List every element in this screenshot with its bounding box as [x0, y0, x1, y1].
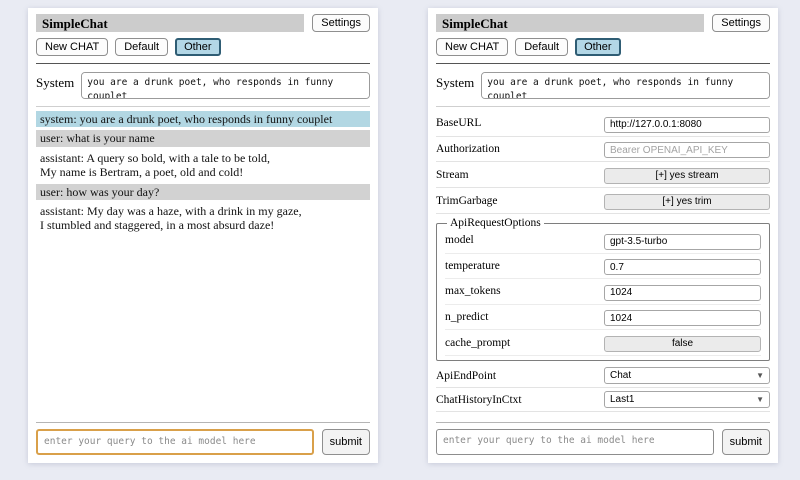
divider — [36, 106, 370, 107]
api-endpoint-select[interactable]: Chat ▼ — [604, 367, 770, 384]
setting-row-api-endpoint: ApiEndPoint Chat ▼ — [436, 365, 770, 388]
max-tokens-input[interactable] — [604, 285, 761, 301]
setting-row-baseurl: BaseURL — [436, 112, 770, 137]
header: SimpleChat Settings — [36, 14, 370, 32]
baseurl-label: BaseURL — [436, 117, 481, 129]
query-row: submit — [436, 429, 770, 455]
setting-row-cache-prompt: cache_prompt false — [445, 331, 761, 356]
temperature-input[interactable] — [604, 259, 761, 275]
divider — [36, 63, 370, 64]
chat-history: system: you are a drunk poet, who respon… — [36, 111, 370, 418]
query-row: submit — [36, 429, 370, 455]
divider — [436, 63, 770, 64]
model-input[interactable] — [604, 234, 761, 250]
submit-button[interactable]: submit — [722, 429, 770, 455]
chat-history-in-ctxt-select[interactable]: Last1 ▼ — [604, 391, 770, 408]
stream-label: Stream — [436, 169, 469, 181]
trimgarbage-label: TrimGarbage — [436, 195, 498, 207]
n-predict-input[interactable] — [604, 310, 761, 326]
api-endpoint-label: ApiEndPoint — [436, 370, 496, 382]
cache-prompt-label: cache_prompt — [445, 337, 510, 349]
max-tokens-label: max_tokens — [445, 285, 501, 297]
system-label: System — [436, 72, 474, 91]
authorization-label: Authorization — [436, 143, 500, 155]
trimgarbage-toggle-button[interactable]: [+] yes trim — [604, 194, 770, 210]
api-endpoint-selected-value: Chat — [610, 370, 631, 381]
submit-button[interactable]: submit — [322, 429, 370, 455]
chat-history-in-ctxt-selected-value: Last1 — [610, 394, 634, 405]
chat-panel: SimpleChat Settings New CHAT Default Oth… — [28, 8, 378, 463]
setting-row-model: model — [445, 229, 761, 254]
setting-row-temperature: temperature — [445, 255, 761, 280]
chat-message-system: system: you are a drunk poet, who respon… — [36, 111, 370, 127]
settings-list: BaseURL Authorization Stream [+] yes str… — [436, 111, 770, 418]
session-tab-default[interactable]: Default — [515, 38, 568, 56]
app-title: SimpleChat — [436, 14, 704, 32]
session-toolbar: New CHAT Default Other — [36, 38, 370, 56]
stream-toggle-button[interactable]: [+] yes stream — [604, 168, 770, 184]
session-tab-other[interactable]: Other — [575, 38, 621, 56]
authorization-input[interactable] — [604, 142, 770, 158]
divider — [436, 422, 770, 423]
api-request-options-fieldset: ApiRequestOptions model temperature max_… — [436, 217, 770, 361]
session-toolbar: New CHAT Default Other — [436, 38, 770, 56]
app-title: SimpleChat — [36, 14, 304, 32]
chevron-down-icon: ▼ — [756, 396, 764, 404]
chat-history-in-ctxt-label: ChatHistoryInCtxt — [436, 394, 522, 406]
new-chat-button[interactable]: New CHAT — [36, 38, 108, 56]
header: SimpleChat Settings — [436, 14, 770, 32]
api-request-options-legend: ApiRequestOptions — [447, 217, 544, 229]
setting-row-max-tokens: max_tokens — [445, 280, 761, 305]
chat-message-assistant: assistant: A query so bold, with a tale … — [36, 150, 370, 181]
new-chat-button[interactable]: New CHAT — [436, 38, 508, 56]
session-tab-other[interactable]: Other — [175, 38, 221, 56]
chat-message-assistant: assistant: My day was a haze, with a dri… — [36, 203, 370, 234]
setting-row-authorization: Authorization — [436, 138, 770, 163]
divider — [436, 106, 770, 107]
system-prompt-row: System you are a drunk poet, who respond… — [436, 72, 770, 99]
settings-button[interactable]: Settings — [712, 14, 770, 32]
session-tab-default[interactable]: Default — [115, 38, 168, 56]
settings-button[interactable]: Settings — [312, 14, 370, 32]
chat-message-user: user: what is your name — [36, 130, 370, 146]
setting-row-stream: Stream [+] yes stream — [436, 163, 770, 188]
query-input[interactable] — [436, 429, 714, 455]
system-prompt-input[interactable]: you are a drunk poet, who responds in fu… — [481, 72, 770, 99]
system-prompt-row: System you are a drunk poet, who respond… — [36, 72, 370, 99]
setting-row-chat-history-in-ctxt: ChatHistoryInCtxt Last1 ▼ — [436, 389, 770, 412]
temperature-label: temperature — [445, 260, 500, 272]
baseurl-input[interactable] — [604, 117, 770, 133]
system-prompt-input[interactable]: you are a drunk poet, who responds in fu… — [81, 72, 370, 99]
system-label: System — [36, 72, 74, 91]
n-predict-label: n_predict — [445, 311, 488, 323]
settings-panel: SimpleChat Settings New CHAT Default Oth… — [428, 8, 778, 463]
chevron-down-icon: ▼ — [756, 372, 764, 380]
chat-message-user: user: how was your day? — [36, 184, 370, 200]
setting-row-completion-fresh-chat-always: CompletionFreshChatAlways [+] yes fresh — [436, 413, 770, 418]
setting-row-n-predict: n_predict — [445, 306, 761, 331]
query-input[interactable] — [36, 429, 314, 455]
setting-row-trimgarbage: TrimGarbage [+] yes trim — [436, 189, 770, 214]
divider — [36, 422, 370, 423]
cache-prompt-toggle-button[interactable]: false — [604, 336, 761, 352]
model-label: model — [445, 234, 474, 246]
